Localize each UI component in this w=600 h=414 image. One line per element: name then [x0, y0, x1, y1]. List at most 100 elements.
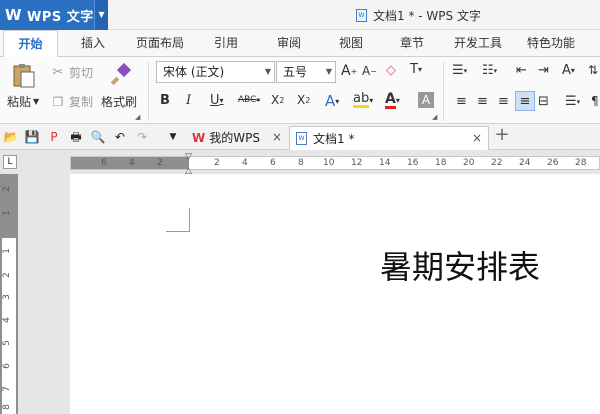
cut-button[interactable]: ✂ 剪切: [50, 64, 93, 81]
tab-my-wps[interactable]: W 我的WPS ×: [186, 126, 288, 150]
tab-label: 文档1 *: [313, 131, 355, 146]
divider: [443, 61, 444, 121]
distribute-icon[interactable]: ⊟: [538, 94, 549, 109]
brush-icon[interactable]: [106, 61, 136, 89]
undo-icon[interactable]: ↶: [112, 129, 128, 145]
clear-format-icon[interactable]: ◇: [386, 63, 396, 78]
save-icon[interactable]: 💾: [24, 129, 40, 145]
ruler-tick: 5: [1, 340, 12, 346]
increase-indent-icon[interactable]: ⇥: [538, 63, 549, 78]
close-icon[interactable]: ×: [472, 127, 482, 149]
workspace-background: [18, 174, 70, 414]
ruler-tick: 2: [214, 158, 220, 168]
ruler-tick: 2: [1, 272, 12, 278]
ruler-tick: 6: [1, 363, 12, 369]
text-effect-icon[interactable]: A ▾: [325, 92, 339, 110]
subscript-icon[interactable]: X2: [297, 93, 310, 107]
tab-review[interactable]: 审阅: [277, 30, 301, 57]
superscript-icon[interactable]: X2: [271, 93, 284, 107]
ruler-tick: 2: [157, 158, 163, 168]
strikethrough-icon[interactable]: ABC ▾: [238, 95, 260, 105]
chevron-down-icon[interactable]: ▼: [94, 0, 108, 30]
highlight-icon[interactable]: ab ▾: [353, 92, 373, 108]
sort-icon[interactable]: ⇅: [588, 63, 598, 77]
tab-stop-selector[interactable]: L: [3, 155, 17, 169]
ruler-tick: 4: [129, 158, 135, 168]
indent-marker-icon[interactable]: △: [185, 166, 192, 176]
export-pdf-icon[interactable]: P: [46, 129, 62, 145]
horizontal-ruler[interactable]: 6 4 2 2 4 6 8 10 12 14 16 18 20 22 24 26…: [70, 156, 600, 170]
app-menu-button[interactable]: W WPS 文字 ▼: [0, 0, 108, 30]
dialog-launcher-icon[interactable]: ◢: [135, 113, 140, 121]
wps-logo-icon: W: [192, 131, 206, 145]
redo-icon[interactable]: ↷: [134, 129, 150, 145]
font-name-select[interactable]: 宋体 (正文) ▼: [156, 61, 275, 83]
chevron-down-icon[interactable]: ▼: [165, 129, 181, 145]
menu-bar: 开始 插入 页面布局 引用 审阅 视图 章节 开发工具 特色功能: [0, 30, 600, 58]
bold-icon[interactable]: B: [160, 93, 170, 108]
document-page[interactable]: [70, 176, 600, 414]
phonetic-icon[interactable]: T ▾: [410, 62, 422, 77]
show-marks-icon[interactable]: ¶: [591, 94, 599, 108]
cut-label: 剪切: [69, 66, 94, 80]
format-painter-button[interactable]: 格式刷: [101, 93, 137, 110]
tab-developer-tools[interactable]: 开发工具: [454, 30, 502, 57]
tab-special-features[interactable]: 特色功能: [527, 30, 575, 57]
tab-view[interactable]: 视图: [339, 30, 363, 57]
document-icon: W: [356, 9, 367, 22]
print-icon[interactable]: 🖶: [68, 129, 84, 145]
align-right-icon[interactable]: ≡: [498, 94, 509, 109]
font-color-icon[interactable]: A ▾: [385, 92, 400, 109]
vertical-ruler[interactable]: 2 1 1 2 3 4 5 6 7 8: [0, 174, 18, 414]
close-icon[interactable]: ×: [272, 126, 282, 148]
ruler-tick: 14: [379, 158, 391, 168]
numbered-list-icon[interactable]: ☷ ▾: [482, 63, 497, 78]
tab-label: 我的WPS: [209, 131, 260, 145]
tab-references[interactable]: 引用: [214, 30, 238, 57]
ruler-tick: 4: [242, 158, 248, 168]
paste-label: 粘贴: [7, 95, 32, 109]
underline-icon[interactable]: U ▾: [210, 93, 224, 108]
bullet-list-icon[interactable]: ☰ ▾: [452, 63, 467, 78]
decrease-indent-icon[interactable]: ⇤: [516, 63, 527, 78]
ruler-tick: 1: [1, 248, 12, 254]
justify-icon[interactable]: ≡: [515, 91, 535, 111]
window-title: W 文档1 * - WPS 文字: [356, 7, 481, 24]
ruler-tick: 7: [1, 386, 12, 392]
tab-chapter[interactable]: 章节: [400, 30, 424, 57]
divider: [148, 61, 149, 121]
paste-icon[interactable]: [8, 61, 40, 91]
font-size-value: 五号: [283, 65, 308, 79]
ruler-tick: 3: [1, 294, 12, 300]
ruler-tick: 22: [491, 158, 503, 168]
font-size-select[interactable]: 五号 ▼: [276, 61, 336, 83]
ruler-tick: 20: [463, 158, 475, 168]
tab-document-1[interactable]: W 文档1 * ×: [289, 126, 489, 150]
italic-icon[interactable]: I: [186, 93, 191, 108]
print-preview-icon[interactable]: 🔍: [90, 129, 106, 145]
tab-home[interactable]: 开始: [3, 30, 58, 58]
align-center-icon[interactable]: ≡: [477, 94, 488, 109]
character-shading-icon[interactable]: A: [418, 92, 434, 108]
chinese-layout-icon[interactable]: A ▾: [562, 63, 575, 78]
tab-page-layout[interactable]: 页面布局: [136, 30, 184, 57]
copy-button[interactable]: ❐ 复制: [50, 93, 93, 110]
ruler-tick: 6: [270, 158, 276, 168]
ruler-tick: 8: [298, 158, 304, 168]
shrink-font-icon[interactable]: A −: [362, 64, 377, 78]
grow-font-icon[interactable]: A +: [341, 63, 357, 79]
ruler-tick: 4: [1, 317, 12, 323]
dialog-launcher-icon[interactable]: ◢: [432, 113, 437, 121]
ruler-tick: 24: [519, 158, 531, 168]
line-spacing-icon[interactable]: ☰ ▾: [565, 94, 580, 109]
document-heading[interactable]: 暑期安排表: [380, 242, 540, 288]
indent-marker-icon[interactable]: ▽: [185, 152, 192, 162]
ruler-tick: 12: [351, 158, 363, 168]
paste-button[interactable]: 粘贴 ▼: [7, 93, 39, 110]
align-left-icon[interactable]: ≡: [456, 94, 467, 109]
copy-icon: ❐: [52, 94, 64, 109]
tab-insert[interactable]: 插入: [81, 30, 105, 57]
chevron-down-icon: ▼: [264, 67, 271, 76]
folder-open-icon[interactable]: 📂: [3, 129, 19, 145]
new-tab-icon[interactable]: +: [494, 126, 510, 144]
